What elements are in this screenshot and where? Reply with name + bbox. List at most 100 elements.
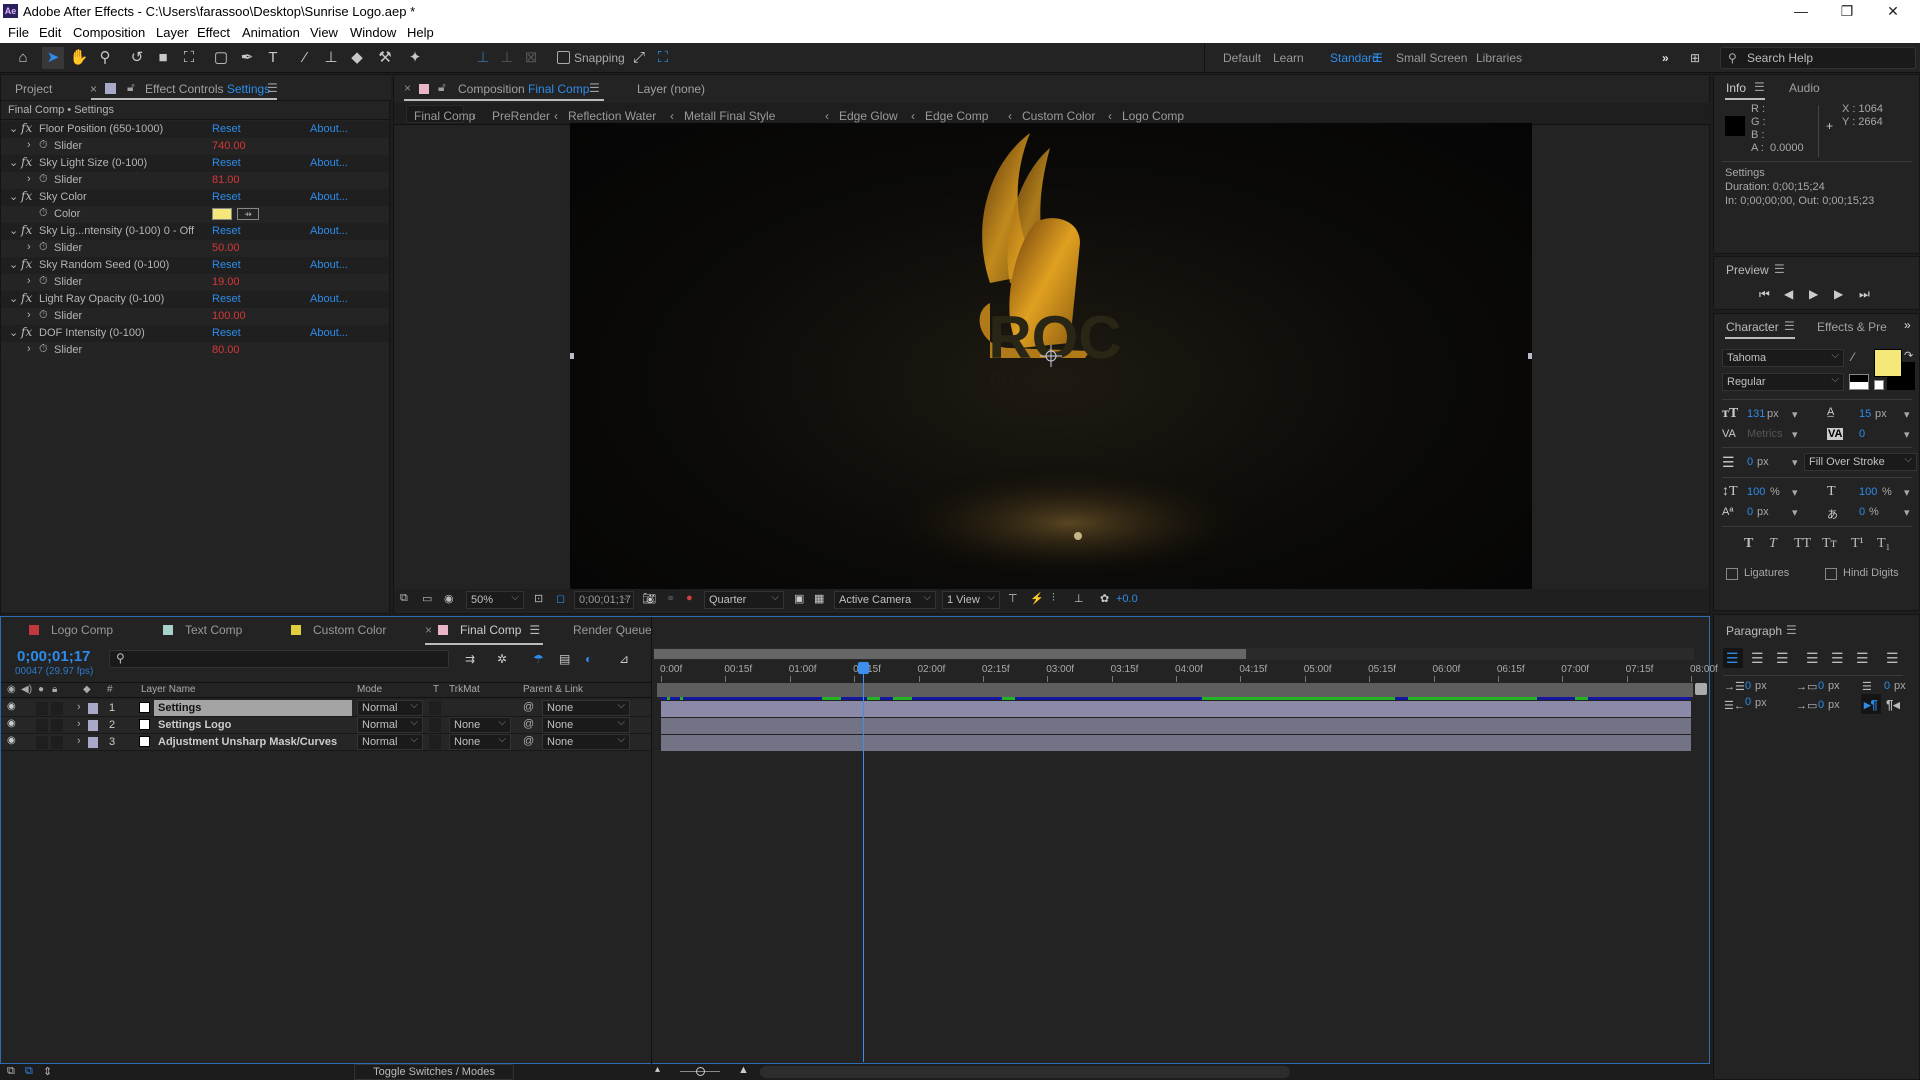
comp-end-marker[interactable] (1695, 683, 1707, 695)
solo-toggle[interactable] (36, 702, 48, 715)
expand-chevron-icon[interactable]: › (77, 701, 81, 713)
zoom-slider-handle[interactable] (696, 1067, 705, 1076)
fx-icon[interactable]: fx (21, 223, 32, 237)
composition-viewer[interactable]: ROC CO (570, 123, 1532, 589)
kerning-value[interactable]: Metrics (1747, 428, 1782, 440)
expand-chevron-icon[interactable]: › (27, 173, 31, 185)
justify-all-button[interactable]: ☰ (1886, 650, 1899, 667)
parent-dropdown[interactable]: None (542, 699, 630, 716)
default-colors-icon[interactable] (1849, 374, 1869, 390)
tab-project[interactable]: Project (15, 82, 52, 96)
layer-row[interactable]: ◉ › 2 Settings Logo Normal None @ None (1, 716, 651, 734)
channel-rgb-icon[interactable]: ● (686, 592, 693, 604)
breadcrumb-metall-final-style[interactable]: Metall Final Style (684, 109, 775, 123)
menu-effect[interactable]: Effect (197, 25, 230, 40)
motion-blur-icon[interactable]: ◐ (585, 652, 592, 666)
lock-toggle[interactable] (51, 719, 63, 732)
trkmat-column-header[interactable]: TrkMat (449, 684, 480, 695)
more-panels-icon[interactable]: » (1904, 318, 1911, 332)
render-time-icon[interactable]: ⇕ (43, 1065, 52, 1078)
camera-tool-icon[interactable]: ■ (152, 47, 174, 69)
menu-file[interactable]: File (8, 25, 29, 40)
expand-chevron-icon[interactable]: › (27, 309, 31, 321)
zoom-out-icon[interactable]: ▴ (655, 1064, 660, 1075)
layer-search-input[interactable]: ⚲ (109, 650, 449, 668)
track-matte-dropdown[interactable]: None (449, 733, 511, 750)
pixel-aspect-icon[interactable]: ⊤ (1008, 592, 1018, 605)
font-style-dropdown[interactable]: Regular (1722, 372, 1844, 391)
menu-help[interactable]: Help (407, 25, 434, 40)
no-stroke-icon[interactable] (1874, 380, 1884, 390)
show-snapshot-icon[interactable]: ⚭ (666, 592, 675, 605)
slider-value[interactable]: 81.00 (212, 174, 240, 186)
tab-info[interactable]: Info (1726, 81, 1746, 95)
expand-chevron-icon[interactable]: › (77, 718, 81, 730)
reset-link[interactable]: Reset (212, 157, 241, 169)
leading-value[interactable]: 15 (1859, 408, 1871, 420)
about-link[interactable]: About... (310, 123, 348, 135)
about-link[interactable]: About... (310, 293, 348, 305)
stopwatch-icon[interactable]: ⏱︎ (39, 343, 48, 356)
timeline-tab[interactable]: × Final Comp ☰ (425, 623, 540, 637)
magnification-dropdown[interactable]: 50% (466, 590, 524, 609)
breadcrumb-edge-glow[interactable]: Edge Glow (839, 109, 898, 123)
eraser-tool-icon[interactable]: ◆ (346, 47, 368, 69)
collapse-chevron-icon[interactable]: ⌄ (9, 122, 18, 135)
blend-mode-dropdown[interactable]: Normal (357, 716, 423, 733)
tab-character[interactable]: Character (1726, 320, 1779, 334)
workspace-learn[interactable]: Learn (1273, 51, 1304, 65)
swap-colors-icon[interactable]: ↷ (1904, 349, 1913, 362)
tracking-dropdown-icon[interactable]: ▾ (1904, 428, 1910, 441)
preserve-transparency-toggle[interactable] (429, 735, 441, 749)
fx-icon[interactable]: fx (21, 155, 32, 169)
axis-world-icon[interactable]: ⊥ (496, 47, 518, 69)
about-link[interactable]: About... (310, 157, 348, 169)
small-caps-button[interactable]: Tт (1822, 536, 1837, 552)
breadcrumb-logo-comp[interactable]: Logo Comp (1122, 109, 1184, 123)
play-icon[interactable]: ▶︎ (1809, 287, 1818, 301)
fx-icon[interactable]: fx (21, 325, 32, 339)
snapping-checkbox[interactable] (557, 51, 570, 64)
reset-link[interactable]: Reset (212, 123, 241, 135)
draft-3d-icon[interactable]: ✲ (497, 652, 507, 666)
hindi-digits-checkbox[interactable] (1825, 568, 1837, 580)
first-frame-icon[interactable]: ⏮ (1759, 287, 1770, 302)
comp-mini-flowchart-icon[interactable]: ⇉ (465, 652, 475, 666)
zoom-tool-icon[interactable]: ⚲ (94, 47, 116, 69)
home-icon[interactable]: ⌂ (12, 47, 34, 69)
restore-button[interactable]: ❐ (1824, 0, 1870, 22)
about-link[interactable]: About... (310, 259, 348, 271)
time-ruler[interactable]: 0:00f00:15f01:00f01:15f02:00f02:15f03:00… (654, 662, 1718, 682)
baseline-shift-value[interactable]: 0 (1747, 506, 1753, 518)
justify-left-button[interactable]: ☰ (1806, 650, 1819, 667)
pan-behind-tool-icon[interactable]: ⛶ (178, 47, 200, 69)
last-frame-icon[interactable]: ⏭ (1859, 287, 1870, 302)
flowchart-icon[interactable]: ⫶ (1052, 592, 1055, 605)
workspace-default[interactable]: Default (1223, 51, 1261, 65)
layer-bar-settings-logo[interactable] (661, 718, 1691, 734)
shy-layers-icon[interactable]: ☂ (533, 652, 544, 666)
fx-icon[interactable]: fx (21, 291, 32, 305)
lock-toggle[interactable] (51, 702, 63, 715)
view-layout-dropdown[interactable]: 1 View (942, 590, 1000, 609)
breadcrumb-prerender[interactable]: PreRender (492, 109, 550, 123)
effect-row[interactable]: ⌄ fx Floor Position (650-1000) Reset About..… (1, 121, 389, 138)
baseline-shift-dropdown-icon[interactable]: ▾ (1792, 506, 1798, 519)
expand-chevron-icon[interactable]: › (27, 241, 31, 253)
track-matte-dropdown[interactable]: None (449, 716, 511, 733)
indent-left-value[interactable]: 0 (1745, 680, 1751, 692)
breadcrumb-custom-color[interactable]: Custom Color (1022, 109, 1095, 123)
label-color-swatch[interactable] (88, 720, 98, 731)
roto-brush-tool-icon[interactable]: ⚒ (374, 47, 396, 69)
transfer-controls-icon[interactable]: ⧉ (25, 1065, 33, 1078)
layer-name[interactable]: Settings (154, 700, 352, 716)
fill-color-swatch[interactable] (1874, 349, 1902, 377)
close-tab-icon[interactable]: × (425, 623, 432, 637)
graph-editor-icon[interactable]: ⊿ (619, 652, 629, 666)
breadcrumb-reflection-water[interactable]: Reflection Water (568, 109, 656, 123)
superscript-button[interactable]: T¹ (1851, 536, 1864, 552)
effect-row[interactable]: ⌄ fx Sky Color Reset About... (1, 189, 389, 206)
playhead-handle[interactable] (857, 662, 869, 674)
tab-layer[interactable]: Layer (none) (637, 82, 705, 96)
exposure-reset-icon[interactable]: ✿ (1100, 592, 1109, 605)
